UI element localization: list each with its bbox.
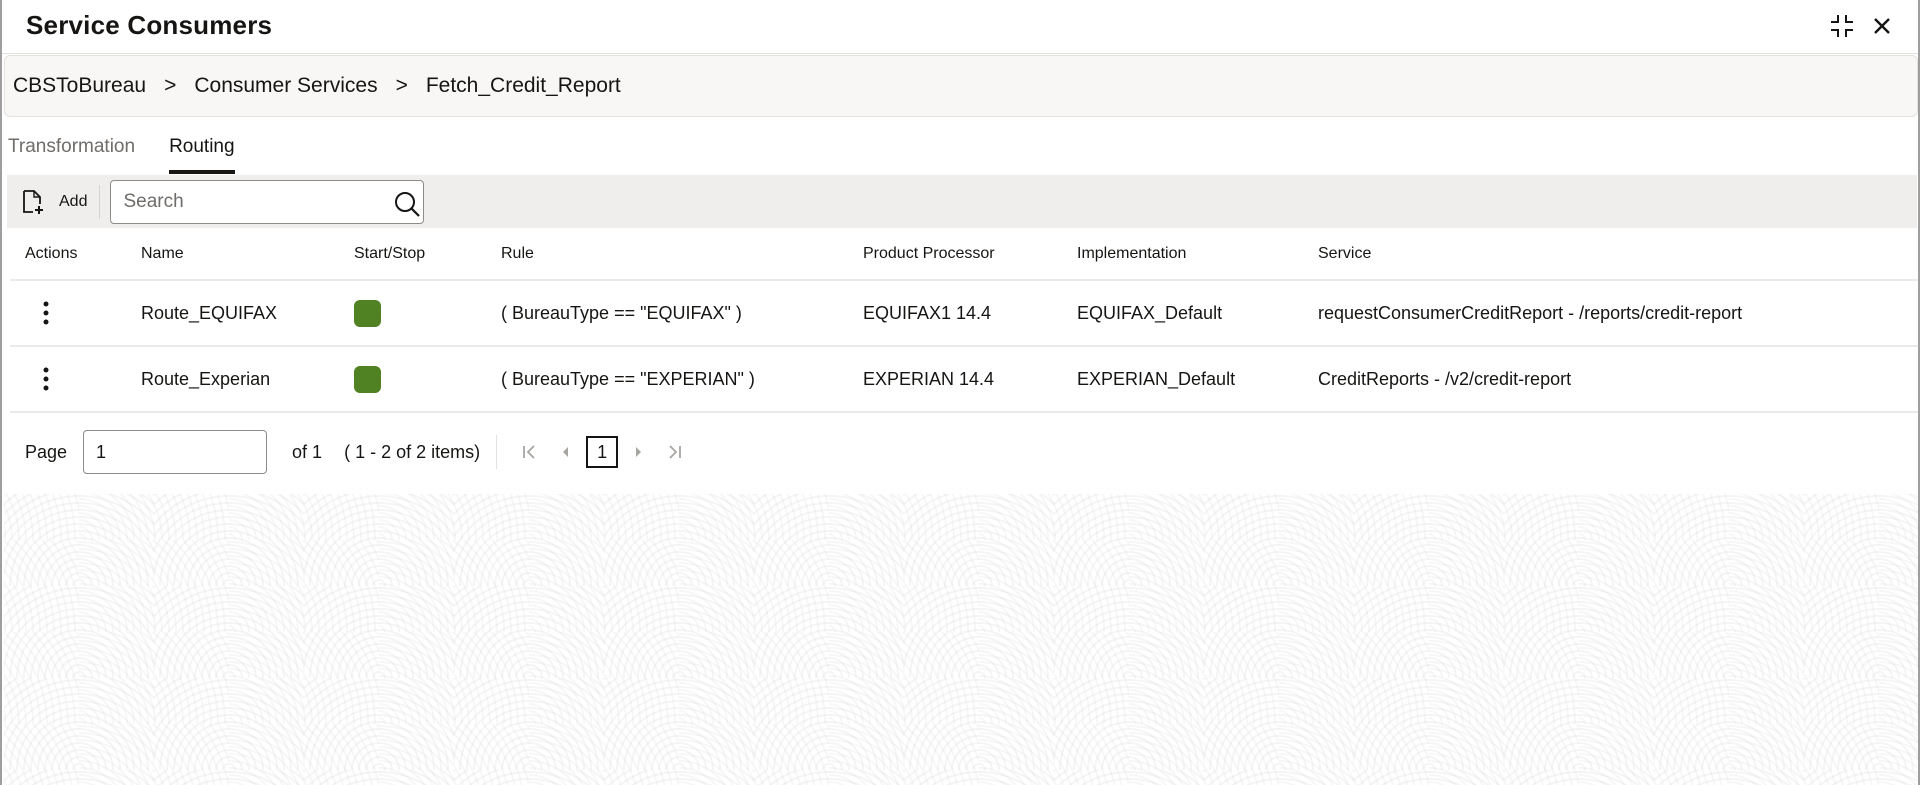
- page-count: of 1: [292, 441, 323, 462]
- page-button-current[interactable]: 1: [586, 436, 619, 468]
- routing-table: Actions Name Start/Stop Rule Product Pro…: [10, 228, 1918, 413]
- row-actions-menu[interactable]: [34, 298, 58, 328]
- route-name: Route_EQUIFAX: [141, 302, 278, 323]
- add-document-icon: [23, 189, 43, 214]
- page-label: Page: [25, 441, 68, 462]
- table-row: Route_Experian ( BureauType == "EXPERIAN…: [10, 347, 1918, 413]
- add-button[interactable]: Add: [7, 182, 99, 222]
- item-range: ( 1 - 2 of 2 items): [344, 441, 481, 462]
- tab-transformation[interactable]: Transformation: [8, 128, 135, 174]
- breadcrumb-separator: >: [395, 74, 408, 97]
- add-button-label: Add: [59, 192, 88, 210]
- decorative-background-pattern: [4, 494, 1918, 785]
- compress-button[interactable]: [1828, 12, 1856, 40]
- last-page-button[interactable]: [657, 434, 693, 470]
- route-rule: ( BureauType == "EXPERIAN" ): [501, 368, 755, 389]
- last-page-icon: [669, 445, 682, 459]
- toolbar-divider: [99, 184, 101, 219]
- breadcrumb-item-cbstobureau[interactable]: CBSToBureau: [13, 74, 146, 98]
- close-icon: [1874, 18, 1890, 34]
- toolbar: Add: [7, 175, 1917, 228]
- product-processor: EXPERIAN 14.4: [863, 368, 995, 389]
- pagination-divider: [496, 435, 498, 469]
- search-box: [110, 179, 425, 224]
- first-page-button[interactable]: [511, 434, 547, 470]
- table-row: Route_EQUIFAX ( BureauType == "EQUIFAX" …: [10, 281, 1918, 347]
- tab-routing[interactable]: Routing: [169, 128, 235, 174]
- breadcrumb: CBSToBureau > Consumer Services > Fetch_…: [4, 55, 1918, 117]
- column-header-implementation[interactable]: Implementation: [1077, 245, 1186, 263]
- implementation: EQUIFAX_Default: [1077, 302, 1223, 323]
- breadcrumb-separator: >: [164, 74, 177, 97]
- column-header-actions: Actions: [25, 244, 78, 262]
- column-header-name[interactable]: Name: [141, 245, 184, 263]
- next-page-button[interactable]: [621, 434, 657, 470]
- column-header-start-stop: Start/Stop: [354, 244, 426, 262]
- service: CreditReports - /v2/credit-report: [1318, 368, 1572, 389]
- page-title: Service Consumers: [26, 10, 273, 40]
- dialog-header: Service Consumers: [2, 0, 1918, 54]
- search-input[interactable]: [111, 180, 424, 223]
- product-processor: EQUIFAX1 14.4: [863, 302, 992, 323]
- previous-page-icon: [563, 447, 569, 457]
- breadcrumb-item-fetch-credit-report: Fetch_Credit_Report: [425, 74, 621, 97]
- first-page-icon: [523, 445, 535, 459]
- column-header-rule[interactable]: Rule: [501, 245, 534, 263]
- route-name: Route_Experian: [141, 368, 271, 389]
- table-header-row: Actions Name Start/Stop Rule Product Pro…: [10, 228, 1918, 281]
- compress-icon: [1831, 15, 1853, 37]
- service: requestConsumerCreditReport - /reports/c…: [1318, 302, 1743, 323]
- next-page-icon: [636, 447, 642, 457]
- route-rule: ( BureauType == "EQUIFAX" ): [501, 302, 742, 323]
- implementation: EXPERIAN_Default: [1077, 368, 1236, 389]
- tab-bar: Transformation Routing: [8, 128, 269, 176]
- start-stop-toggle[interactable]: [354, 299, 381, 327]
- row-actions-menu[interactable]: [34, 364, 58, 394]
- pagination: Page of 1 ( 1 - 2 of 2 items) 1: [10, 412, 1010, 492]
- search-icon[interactable]: [393, 190, 421, 218]
- breadcrumb-item-consumer-services[interactable]: Consumer Services: [194, 74, 377, 98]
- service-consumers-dialog: Service Consumers CBSToBureau > Consumer…: [0, 0, 1920, 785]
- kebab-menu-icon: [43, 367, 49, 391]
- column-header-service[interactable]: Service: [1318, 245, 1371, 263]
- close-button[interactable]: [1868, 12, 1896, 40]
- start-stop-toggle[interactable]: [354, 365, 381, 393]
- column-header-product-processor[interactable]: Product Processor: [863, 245, 995, 263]
- page-number-input[interactable]: [83, 430, 268, 474]
- kebab-menu-icon: [43, 301, 49, 325]
- previous-page-button[interactable]: [547, 434, 583, 470]
